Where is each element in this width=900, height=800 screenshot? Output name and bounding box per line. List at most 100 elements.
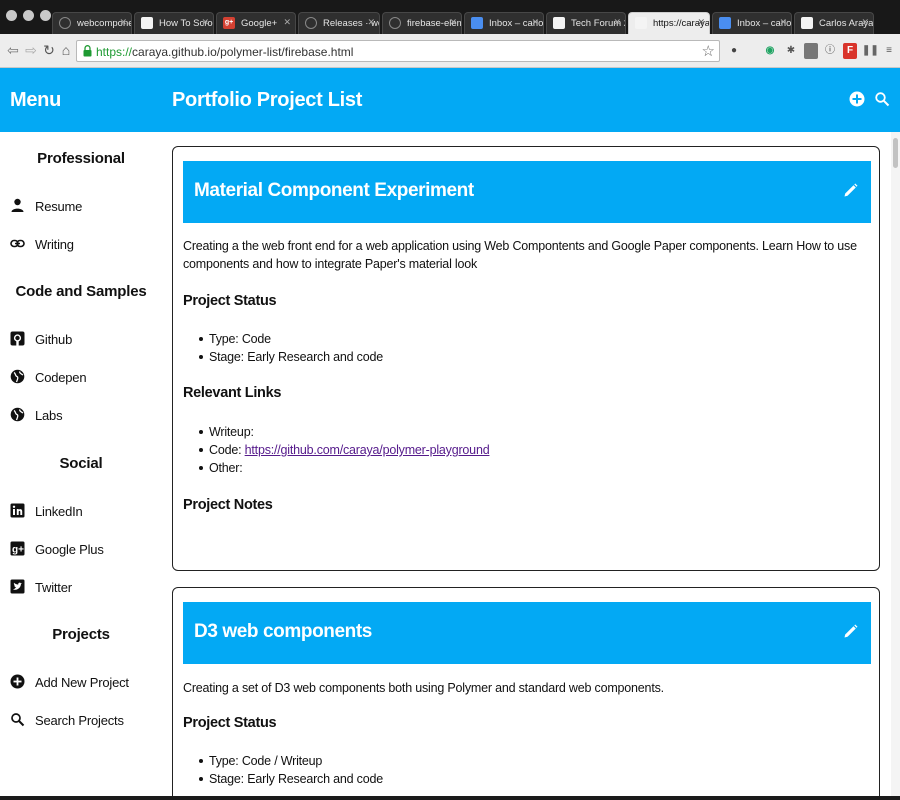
code-link[interactable]: https://github.com/caraya/polymer-playgr… — [245, 443, 490, 457]
close-tab-icon[interactable]: ✕ — [779, 17, 787, 28]
extension-pause-icon[interactable]: ❚❚ — [862, 43, 879, 59]
close-tab-icon[interactable]: ✕ — [531, 17, 539, 28]
sidebar-section-code-and-samples: Code and Samples — [15, 283, 147, 300]
project-status-list: Type: Code Stage: Early Research and cod… — [199, 330, 383, 366]
search-icon[interactable] — [874, 91, 890, 107]
sidebar-section-social: Social — [59, 455, 103, 472]
reload-icon[interactable]: ↻ — [42, 42, 56, 58]
document-icon — [553, 17, 565, 29]
add-circle-icon[interactable] — [849, 91, 865, 107]
extension-pin-icon[interactable]: ● — [727, 43, 741, 59]
close-tab-icon[interactable]: ✕ — [697, 17, 705, 28]
project-title: D3 web components — [194, 621, 372, 642]
close-window-button[interactable] — [6, 10, 17, 21]
list-item: Stage: Early Research and code — [199, 770, 383, 788]
close-tab-icon[interactable]: ✕ — [119, 17, 127, 28]
github-icon — [305, 17, 317, 29]
svg-text:g+: g+ — [12, 545, 24, 556]
sidebar-item-label: Writing — [35, 237, 74, 252]
sidebar-item-resume[interactable]: Resume — [0, 192, 162, 220]
close-tab-icon[interactable]: ✕ — [283, 17, 291, 28]
relevant-links-heading: Relevant Links — [183, 385, 282, 401]
sidebar-item-labs[interactable]: Labs — [0, 401, 162, 429]
list-item: Type: Code / Writeup — [199, 752, 383, 770]
google-plus-icon: g+ — [10, 541, 25, 556]
browser-tab[interactable]: Inbox – carlos ✕ — [464, 12, 544, 34]
close-tab-icon[interactable]: ✕ — [613, 17, 621, 28]
close-tab-icon[interactable]: ✕ — [367, 17, 375, 28]
browser-tab[interactable]: Inbox – carlos ✕ — [712, 12, 792, 34]
link-icon — [10, 239, 25, 248]
address-bar[interactable]: https://caraya.github.io/polymer-list/fi… — [76, 40, 720, 62]
browser-tab-label: Google+ — [241, 18, 278, 29]
edit-pencil-icon[interactable] — [843, 183, 858, 198]
list-item: Writeup: — [199, 423, 489, 441]
sidebar-item-label: Github — [35, 332, 73, 347]
project-card-header: D3 web components — [183, 602, 871, 664]
page-title: Portfolio Project List — [172, 89, 363, 111]
extension-box-icon[interactable] — [804, 43, 818, 59]
extension-grammarly-icon[interactable]: ◉ — [763, 43, 777, 59]
github-icon — [59, 17, 71, 29]
browser-tab-active[interactable]: https://caraya ✕ — [628, 12, 710, 34]
browser-tab[interactable]: g+ Google+ ✕ — [216, 12, 296, 34]
sidebar-item-google-plus[interactable]: g+ Google Plus — [0, 535, 162, 563]
home-icon[interactable]: ⌂ — [59, 42, 73, 58]
minimize-window-button[interactable] — [23, 10, 34, 21]
close-tab-icon[interactable]: ✕ — [449, 17, 457, 28]
list-item: Code: https://github.com/caraya/polymer-… — [199, 441, 490, 459]
inbox-icon — [471, 17, 483, 29]
sidebar-item-github[interactable]: Github — [0, 325, 162, 353]
scrollbar-track[interactable] — [891, 132, 900, 796]
project-card: Material Component Experiment Creating a… — [172, 146, 880, 571]
sidebar-item-label: Google Plus — [35, 542, 104, 557]
zoom-window-button[interactable] — [40, 10, 51, 21]
google-plus-icon: g+ — [223, 17, 235, 29]
browser-tab[interactable]: How To Scroll ✕ — [134, 12, 214, 34]
extension-info-icon[interactable]: ⓘ — [823, 43, 837, 59]
sidebar-item-codepen[interactable]: Codepen — [0, 363, 162, 391]
browser-tab[interactable]: Releases · web ✕ — [298, 12, 380, 34]
edit-pencil-icon[interactable] — [843, 624, 858, 639]
search-icon — [11, 713, 25, 727]
inbox-icon — [719, 17, 731, 29]
globe-icon — [10, 407, 25, 422]
browser-tab-strip: webcomponents ✕ How To Scroll ✕ g+ Googl… — [0, 0, 900, 34]
sidebar-item-label: Twitter — [35, 580, 72, 595]
forward-arrow-icon[interactable]: ⇨ — [24, 42, 38, 58]
extension-flipboard-icon[interactable]: F — [843, 43, 857, 59]
project-title: Material Component Experiment — [194, 180, 474, 201]
close-tab-icon[interactable]: ✕ — [861, 17, 869, 28]
list-item: Stage: Early Research and code — [199, 348, 383, 366]
sidebar-item-label: Codepen — [35, 370, 87, 385]
app-bar: Menu Portfolio Project List — [0, 68, 900, 132]
close-tab-icon[interactable]: ✕ — [201, 17, 209, 28]
back-arrow-icon[interactable]: ⇦ — [6, 42, 20, 58]
sidebar-item-label: Add New Project — [35, 675, 129, 690]
extension-puzzle-icon[interactable]: ✱ — [784, 43, 798, 59]
sidebar-item-add-new-project[interactable]: Add New Project — [0, 668, 162, 696]
sidebar-item-linkedin[interactable]: LinkedIn — [0, 497, 162, 525]
sidebar-item-twitter[interactable]: Twitter — [0, 573, 162, 601]
project-notes-heading: Project Notes — [183, 497, 273, 513]
project-status-list: Type: Code / Writeup Stage: Early Resear… — [199, 752, 383, 788]
browser-tab[interactable]: Tech Forum 20 ✕ — [546, 12, 626, 34]
sidebar-item-writing[interactable]: Writing — [0, 230, 162, 258]
scrollbar-thumb[interactable] — [893, 138, 898, 168]
browser-tab[interactable]: Carlos Araya ✕ — [794, 12, 874, 34]
address-url: https://caraya.github.io/polymer-list/fi… — [96, 45, 354, 59]
sidebar-item-search-projects[interactable]: Search Projects — [0, 706, 162, 734]
sidebar-item-label: LinkedIn — [35, 504, 83, 519]
browser-tab[interactable]: firebase-eleme ✕ — [382, 12, 462, 34]
project-list: Material Component Experiment Creating a… — [162, 132, 892, 796]
list-item: Type: Code — [199, 330, 383, 348]
drawer-title: Menu — [10, 89, 62, 111]
bookmark-star-icon[interactable]: ☆ — [702, 42, 715, 60]
sidebar-item-label: Search Projects — [35, 713, 124, 728]
document-icon — [141, 17, 153, 29]
project-description: Creating a set of D3 web components both… — [183, 681, 664, 695]
browser-menu-icon[interactable]: ≡ — [882, 43, 896, 59]
browser-tab[interactable]: webcomponents ✕ — [52, 12, 132, 34]
project-card-header: Material Component Experiment — [183, 161, 871, 223]
sidebar-item-label: Resume — [35, 199, 83, 214]
